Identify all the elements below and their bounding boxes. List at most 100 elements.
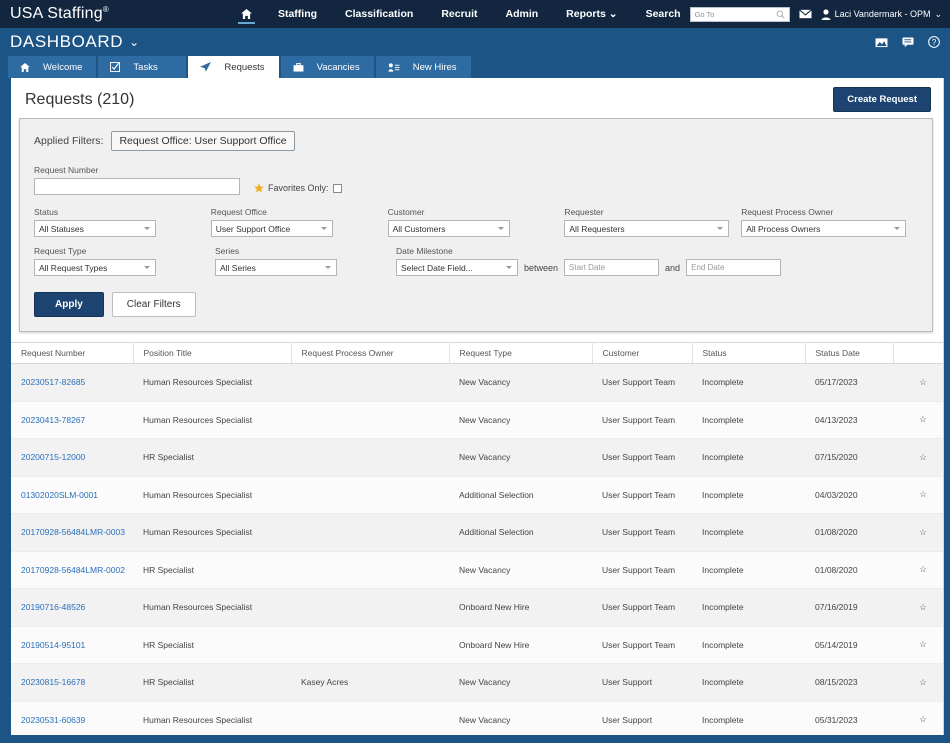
user-name-label: Laci Vandermark - OPM bbox=[834, 9, 931, 19]
column-request-type[interactable]: Request Type bbox=[449, 342, 593, 364]
favorite-star-icon[interactable]: ☆ bbox=[893, 476, 943, 514]
chevron-down-icon bbox=[320, 227, 327, 230]
favorites-only-group[interactable]: Favorites Only: bbox=[254, 183, 342, 195]
request-number-link[interactable]: 20170928-56484LMR-0002 bbox=[21, 565, 125, 575]
favorite-star-icon[interactable]: ☆ bbox=[893, 663, 943, 702]
cell-request-number: 20190716-48526 bbox=[11, 588, 133, 627]
cell-customer: User Support bbox=[592, 663, 692, 702]
table-row[interactable]: 20170928-56484LMR-0002 HR Specialist New… bbox=[11, 551, 943, 589]
nav-item-search[interactable]: Search bbox=[632, 0, 695, 28]
column-status-date[interactable]: Status Date bbox=[805, 342, 894, 364]
nav-home-button[interactable] bbox=[229, 0, 264, 28]
favorite-star-icon[interactable]: ☆ bbox=[893, 438, 943, 477]
request-number-link[interactable]: 20230815-16678 bbox=[21, 677, 85, 687]
cell-request-type: Additional Selection bbox=[449, 476, 592, 514]
customer-select[interactable]: All Customers bbox=[387, 220, 510, 237]
nav-item-admin[interactable]: Admin bbox=[492, 0, 553, 28]
chevron-down-icon bbox=[144, 266, 150, 269]
tab-new-hires[interactable]: New Hires bbox=[375, 56, 471, 78]
help-icon[interactable]: ? bbox=[928, 36, 940, 48]
search-icon bbox=[776, 10, 785, 19]
favorite-star-icon[interactable]: ☆ bbox=[893, 401, 943, 439]
nav-item-reports[interactable]: Reports ⌄ bbox=[552, 0, 631, 28]
cell-request-type: Onboard New Hire bbox=[449, 588, 592, 627]
nav-item-staffing[interactable]: Staffing bbox=[264, 0, 331, 28]
request-office-select[interactable]: User Support Office bbox=[210, 220, 333, 237]
nav-item-recruit[interactable]: Recruit bbox=[427, 0, 491, 28]
clear-filters-button[interactable]: Clear Filters bbox=[111, 292, 196, 317]
column-position-title[interactable]: Position Title bbox=[133, 342, 292, 364]
image-icon[interactable] bbox=[875, 37, 888, 48]
cell-request-type: New Vacancy bbox=[449, 363, 592, 402]
applied-filter-chip[interactable]: Request Office: User Support Office bbox=[111, 131, 295, 151]
request-number-link[interactable]: 20170928-56484LMR-0003 bbox=[21, 527, 125, 537]
request-number-link[interactable]: 20230531-60639 bbox=[21, 715, 85, 725]
requester-select[interactable]: All Requesters bbox=[564, 220, 730, 237]
table-row[interactable]: 20190716-48526 Human Resources Specialis… bbox=[11, 588, 943, 627]
cell-customer: User Support Team bbox=[592, 551, 692, 589]
date-milestone-controls: Select Date Field... between Start Date … bbox=[396, 259, 782, 276]
favorite-star-icon[interactable]: ☆ bbox=[893, 363, 943, 402]
top-nav-links: Staffing Classification Recruit Admin Re… bbox=[229, 0, 695, 28]
table-row[interactable]: 20200715-12000 HR Specialist New Vacancy… bbox=[11, 438, 943, 477]
table-row[interactable]: 20230531-60639 Human Resources Specialis… bbox=[11, 701, 943, 735]
table-row[interactable]: 20230413-78267 Human Resources Specialis… bbox=[11, 401, 943, 439]
cell-position-title: Human Resources Specialist bbox=[133, 363, 291, 402]
apply-button[interactable]: Apply bbox=[34, 292, 104, 317]
request-type-group: Request Type All Request Types bbox=[34, 246, 215, 276]
series-select[interactable]: All Series bbox=[215, 259, 337, 276]
start-date-input[interactable]: Start Date bbox=[564, 259, 660, 276]
dashboard-title-menu[interactable]: DASHBOARD ⌄ bbox=[10, 32, 140, 52]
page-header: Requests (210) Create Request bbox=[11, 78, 943, 118]
status-select[interactable]: All Statuses bbox=[34, 220, 156, 237]
request-type-select[interactable]: All Request Types bbox=[34, 259, 156, 276]
goto-search-input[interactable]: Go To bbox=[689, 6, 790, 22]
cell-status: Incomplete bbox=[692, 663, 805, 702]
column-request-number[interactable]: Request Number bbox=[11, 342, 134, 364]
favorite-star-icon[interactable]: ☆ bbox=[893, 701, 943, 735]
table-row[interactable]: 20190514-95101 HR Specialist Onboard New… bbox=[11, 626, 943, 664]
favorite-star-icon[interactable]: ☆ bbox=[893, 588, 943, 627]
table-row[interactable]: 20170928-56484LMR-0003 Human Resources S… bbox=[11, 513, 943, 552]
favorite-star-icon[interactable]: ☆ bbox=[893, 551, 943, 589]
table-row[interactable]: 20230815-16678 HR Specialist Kasey Acres… bbox=[11, 663, 943, 702]
request-office-value: User Support Office bbox=[215, 223, 291, 234]
app-logo-text: USA Staffing bbox=[10, 5, 103, 22]
column-status[interactable]: Status bbox=[692, 342, 806, 364]
end-date-input[interactable]: End Date bbox=[686, 259, 782, 276]
request-number-link[interactable]: 20190716-48526 bbox=[21, 602, 85, 612]
column-request-process-owner[interactable]: Request Process Owner bbox=[291, 342, 450, 364]
table-row[interactable]: 01302020SLM-0001 Human Resources Special… bbox=[11, 476, 943, 514]
chat-icon[interactable] bbox=[902, 36, 914, 48]
request-number-link[interactable]: 01302020SLM-0001 bbox=[21, 490, 98, 500]
app-logo: USA Staffing ® bbox=[10, 5, 109, 23]
table-row[interactable]: 20230517-82685 Human Resources Specialis… bbox=[11, 363, 943, 402]
cell-customer: User Support Team bbox=[592, 588, 692, 627]
envelope-icon[interactable] bbox=[798, 9, 812, 19]
favorites-only-checkbox[interactable] bbox=[332, 183, 342, 193]
tab-welcome[interactable]: Welcome bbox=[8, 56, 97, 78]
request-number-input[interactable] bbox=[34, 178, 240, 195]
request-number-link[interactable]: 20190514-95101 bbox=[21, 640, 85, 650]
start-date-placeholder: Start Date bbox=[569, 263, 606, 272]
process-owner-select[interactable]: All Process Owners bbox=[741, 220, 907, 237]
nav-item-classification[interactable]: Classification bbox=[331, 0, 427, 28]
cell-status-date: 07/15/2020 bbox=[805, 438, 893, 477]
create-request-button[interactable]: Create Request bbox=[833, 87, 931, 112]
cell-status-date: 07/16/2019 bbox=[805, 588, 893, 627]
user-menu[interactable]: Laci Vandermark - OPM ⌄ bbox=[821, 9, 942, 20]
tab-requests[interactable]: Requests bbox=[188, 56, 279, 78]
cell-request-number: 20170928-56484LMR-0002 bbox=[11, 551, 133, 589]
request-number-link[interactable]: 20200715-12000 bbox=[21, 452, 85, 462]
request-number-link[interactable]: 20230413-78267 bbox=[21, 415, 85, 425]
customer-value: All Customers bbox=[392, 223, 446, 234]
request-number-link[interactable]: 20230517-82685 bbox=[21, 377, 85, 387]
favorite-star-icon[interactable]: ☆ bbox=[893, 513, 943, 552]
tab-vacancies[interactable]: Vacancies bbox=[280, 56, 374, 78]
column-customer[interactable]: Customer bbox=[592, 342, 693, 364]
date-field-select[interactable]: Select Date Field... bbox=[396, 259, 518, 276]
tab-tasks[interactable]: Tasks bbox=[98, 56, 187, 78]
end-date-placeholder: End Date bbox=[691, 263, 725, 272]
favorite-star-icon[interactable]: ☆ bbox=[893, 626, 943, 664]
registered-mark: ® bbox=[102, 5, 109, 14]
